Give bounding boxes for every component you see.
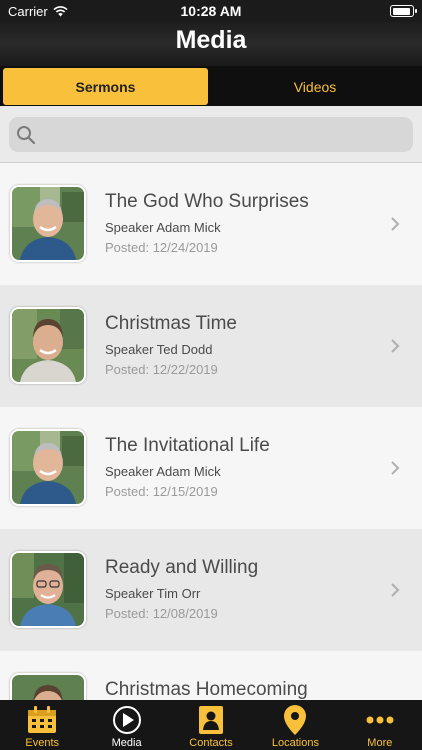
sermon-posted-date: Posted: 12/15/2019 xyxy=(105,484,218,499)
sermon-title: Christmas Homecoming xyxy=(105,679,308,700)
page-title: Media xyxy=(175,26,247,54)
chevron-right-icon xyxy=(391,217,400,231)
tab-locations-label: Locations xyxy=(271,737,319,749)
search-field-container[interactable] xyxy=(9,117,413,152)
sermon-title: Christmas Time xyxy=(105,313,237,334)
search-icon xyxy=(17,126,36,145)
status-bar: Carrier 10:28 AM xyxy=(0,0,422,22)
tab-locations[interactable]: Locations xyxy=(253,700,337,750)
sermon-title: The God Who Surprises xyxy=(105,191,309,212)
play-icon xyxy=(112,706,141,734)
more-dots-icon xyxy=(366,716,394,724)
sermon-speaker: Speaker Ted Dodd xyxy=(105,342,213,357)
tab-media-label: Media xyxy=(111,737,142,749)
speaker-photo xyxy=(10,673,86,700)
sermon-list: The God Who Surprises Speaker Adam Mick … xyxy=(0,163,422,700)
segmented-control: Sermons Videos xyxy=(0,66,422,106)
tab-sermons[interactable]: Sermons xyxy=(3,68,208,105)
sermon-speaker: Speaker Tim Orr xyxy=(105,586,201,601)
search-bar xyxy=(0,106,422,163)
calendar-icon xyxy=(28,706,57,733)
sermon-row[interactable]: The God Who Surprises Speaker Adam Mick … xyxy=(0,163,422,285)
chevron-right-icon xyxy=(391,461,400,475)
tab-bar: Events Media Contacts Locations More xyxy=(0,700,422,750)
sermon-speaker: Speaker Adam Mick xyxy=(105,220,221,235)
speaker-photo xyxy=(10,307,86,384)
battery-icon xyxy=(390,5,417,17)
tab-events-label: Events xyxy=(25,737,60,749)
chevron-right-icon xyxy=(391,583,400,597)
tab-events[interactable]: Events xyxy=(0,700,84,750)
sermon-title: The Invitational Life xyxy=(105,435,270,456)
speaker-photo xyxy=(10,185,86,262)
sermon-posted-date: Posted: 12/24/2019 xyxy=(105,240,218,255)
tab-videos[interactable]: Videos xyxy=(211,68,419,105)
tab-more-label: More xyxy=(367,737,393,749)
speaker-photo xyxy=(10,551,86,628)
chevron-right-icon xyxy=(391,339,400,353)
tab-more[interactable]: More xyxy=(338,700,422,750)
speaker-photo xyxy=(10,429,86,506)
sermon-posted-date: Posted: 12/22/2019 xyxy=(105,362,218,377)
sermon-row[interactable]: Ready and Willing Speaker Tim Orr Posted… xyxy=(0,529,422,651)
contact-card-icon xyxy=(199,706,224,734)
search-input[interactable] xyxy=(43,117,403,152)
nav-bar: Media xyxy=(0,22,422,66)
tab-media[interactable]: Media xyxy=(84,700,168,750)
sermon-row[interactable]: Christmas Time Speaker Ted Dodd Posted: … xyxy=(0,285,422,407)
sermon-title: Ready and Willing xyxy=(105,557,259,578)
sermon-posted-date: Posted: 12/08/2019 xyxy=(105,606,218,621)
sermon-row[interactable]: Christmas Homecoming xyxy=(0,651,422,700)
sermon-row[interactable]: The Invitational Life Speaker Adam Mick … xyxy=(0,407,422,529)
tab-contacts[interactable]: Contacts xyxy=(169,700,253,750)
status-time: 10:28 AM xyxy=(180,3,242,19)
tab-contacts-label: Contacts xyxy=(189,737,233,749)
map-pin-icon xyxy=(284,705,307,735)
sermon-speaker: Speaker Adam Mick xyxy=(105,464,221,479)
